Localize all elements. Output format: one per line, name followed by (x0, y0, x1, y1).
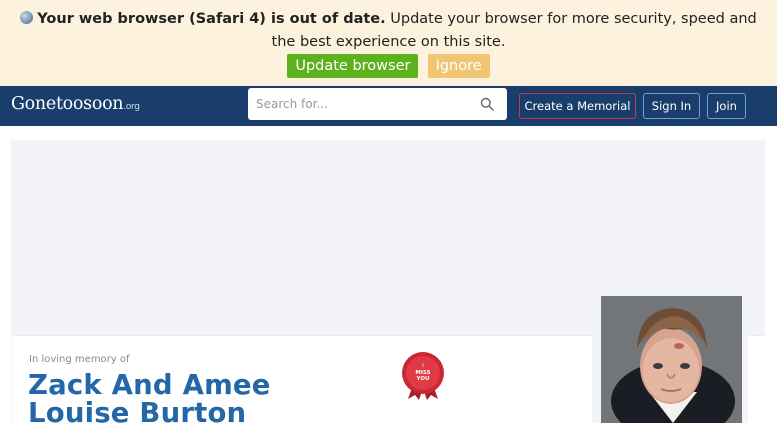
outdated-browser-banner: Your web browser (Safari 4) is out of da… (0, 0, 777, 86)
site-logo[interactable]: Gonetoosoon.org (11, 94, 140, 114)
badge-text-line3: YOU (416, 376, 430, 382)
banner-headline: Your web browser (Safari 4) is out of da… (37, 11, 386, 27)
logo-text: Gonetoosoon (11, 94, 124, 114)
globe-icon (20, 11, 34, 24)
search-icon[interactable] (480, 97, 494, 111)
update-browser-button[interactable]: Update browser (287, 54, 419, 78)
memorial-name-line2: Louise Burton (28, 397, 247, 423)
memorial-photo[interactable] (601, 296, 742, 423)
in-memory-label: In loving memory of (29, 354, 130, 365)
join-button[interactable]: Join (707, 93, 746, 119)
ignore-button[interactable]: Ignore (427, 54, 490, 78)
site-header: Gonetoosoon.org Create a Memorial Sign I… (0, 86, 777, 126)
sign-in-button[interactable]: Sign In (643, 93, 700, 119)
logo-suffix: .org (123, 102, 140, 112)
search-box (248, 88, 507, 120)
create-memorial-button[interactable]: Create a Memorial (519, 93, 636, 119)
banner-text: Your web browser (Safari 4) is out of da… (0, 0, 777, 54)
memorial-card: In loving memory of Zack And Amee Louise… (12, 335, 592, 423)
miss-you-badge-icon[interactable]: I MISS YOU (400, 351, 446, 401)
search-input[interactable] (248, 88, 473, 120)
badge-text-line1: I (422, 363, 423, 369)
side-card (748, 335, 765, 423)
portrait-image (601, 296, 742, 423)
